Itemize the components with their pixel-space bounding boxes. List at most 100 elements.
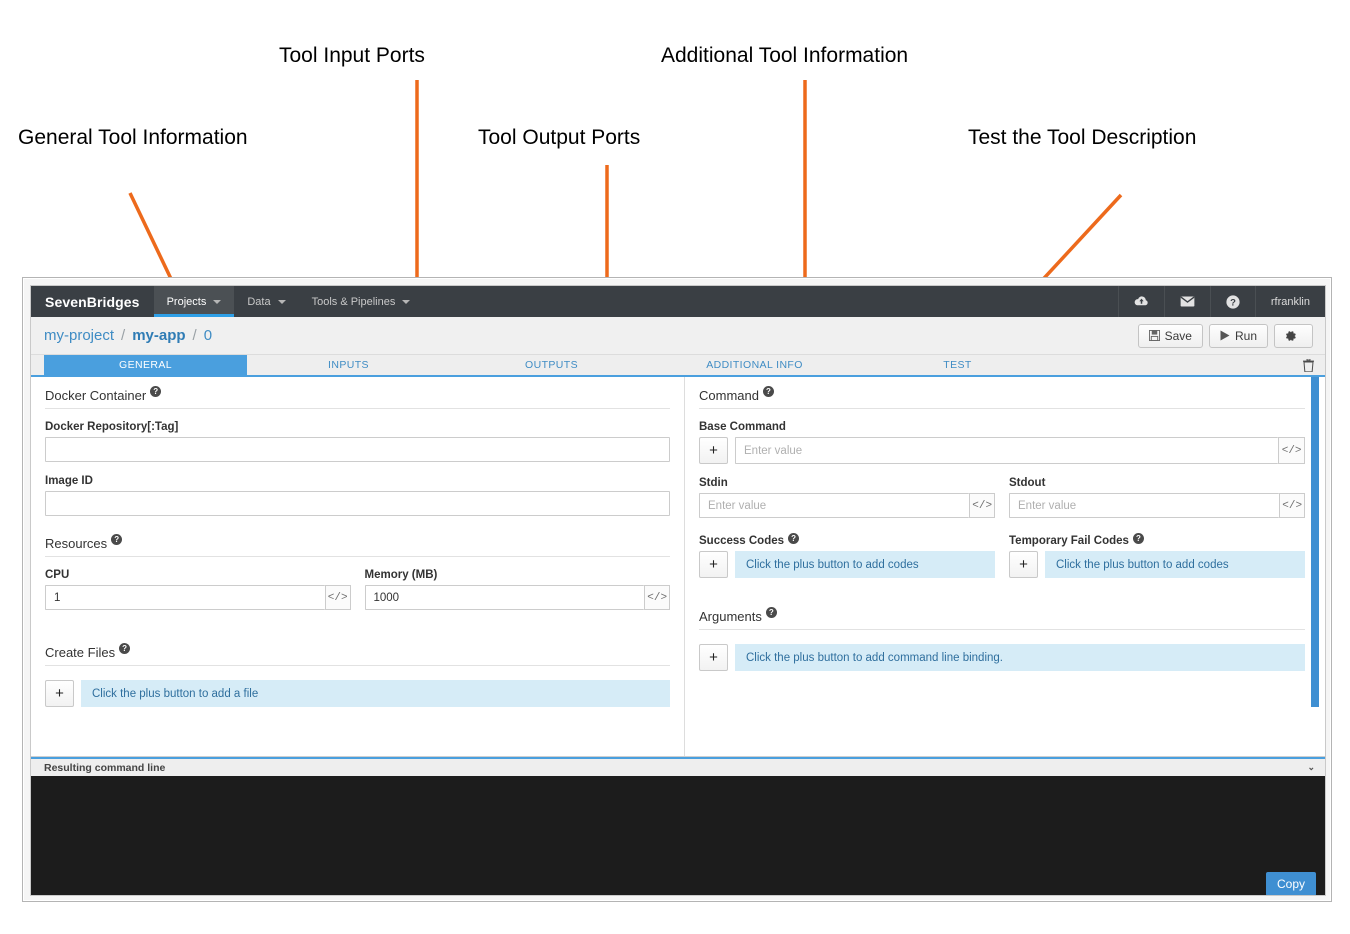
command-section-title: Command ?: [699, 386, 1305, 409]
tab-bar: GENERAL INPUTS OUTPUTS ADDITIONAL INFO T…: [31, 355, 1325, 377]
breadcrumb-app[interactable]: my-app: [132, 327, 185, 344]
nav-user-menu[interactable]: rfranklin: [1254, 286, 1325, 317]
nav-help-button[interactable]: ?: [1209, 286, 1255, 317]
stdin-field: Stdin </>: [699, 477, 995, 518]
success-codes-label-text: Success Codes: [699, 535, 785, 547]
image-id-input[interactable]: [45, 491, 670, 516]
stdin-label: Stdin: [699, 477, 728, 489]
cpu-label: CPU: [45, 569, 70, 581]
base-command-input[interactable]: [735, 437, 1279, 464]
settings-button[interactable]: [1274, 323, 1313, 348]
tab-test[interactable]: TEST: [856, 355, 1059, 375]
breadcrumb-separator: /: [192, 327, 197, 344]
general-right-column: Command ? Base Command + </> S: [685, 377, 1319, 756]
save-button[interactable]: Save: [1137, 323, 1203, 348]
tab-additional-info[interactable]: ADDITIONAL INFO: [653, 355, 856, 375]
codes-row: Success Codes ? + Click the plus button …: [699, 533, 1305, 591]
svg-text:?: ?: [1230, 297, 1236, 308]
docker-repository-input[interactable]: [45, 437, 670, 462]
temporary-fail-codes-field: Temporary Fail Codes ? + Click the plus …: [1009, 533, 1305, 578]
nav-cloud-upload-button[interactable]: [1117, 286, 1164, 317]
add-base-command-button[interactable]: +: [699, 437, 728, 464]
stdout-field: Stdout </>: [1009, 477, 1305, 518]
docker-repository-label: Docker Repository[:Tag]: [45, 421, 179, 433]
breadcrumb-revision[interactable]: 0: [204, 327, 212, 344]
cpu-field: CPU </>: [45, 569, 351, 610]
annotation-general-tool-information: General Tool Information: [18, 126, 248, 149]
general-left-column: Docker Container ? Docker Repository[:Ta…: [31, 377, 685, 756]
tab-inputs[interactable]: INPUTS: [247, 355, 450, 375]
cpu-input-group: </>: [45, 585, 351, 610]
help-icon[interactable]: ?: [150, 386, 162, 397]
envelope-icon: [1180, 296, 1195, 307]
create-files-row: + Click the plus button to add a file: [45, 680, 670, 707]
stdout-input[interactable]: [1009, 493, 1280, 518]
temporary-fail-codes-row: + Click the plus button to add codes: [1009, 551, 1305, 578]
delete-app-button[interactable]: [1292, 355, 1325, 375]
chevron-down-icon[interactable]: ⌄: [1307, 762, 1315, 773]
run-button[interactable]: Run: [1208, 323, 1268, 348]
stdout-expression-icon[interactable]: </>: [1279, 493, 1305, 518]
stdin-input[interactable]: [699, 493, 970, 518]
brand-logo[interactable]: SevenBridges: [31, 286, 154, 317]
docker-container-section-title: Docker Container ?: [45, 386, 670, 409]
breadcrumb-project[interactable]: my-project: [44, 327, 114, 344]
add-file-button[interactable]: +: [45, 680, 74, 707]
stdin-input-group: </>: [699, 493, 995, 518]
gear-icon: [1286, 330, 1296, 341]
base-command-row: + </>: [699, 437, 1305, 464]
cpu-input[interactable]: [45, 585, 325, 610]
cpu-expression-icon[interactable]: </>: [324, 585, 351, 610]
temporary-fail-codes-label-text: Temporary Fail Codes: [1009, 535, 1129, 547]
tab-outputs[interactable]: OUTPUTS: [450, 355, 653, 375]
docker-container-title-text: Docker Container: [45, 388, 147, 403]
docker-repository-field: Docker Repository[:Tag]: [45, 421, 670, 462]
resulting-command-line-header[interactable]: Resulting command line ⌄: [31, 757, 1325, 776]
nav-item-tools-and-pipelines[interactable]: Tools & Pipelines: [299, 286, 424, 317]
memory-input[interactable]: [364, 585, 645, 610]
screenshot-root: General Tool Information Tool Input Port…: [0, 0, 1350, 934]
success-codes-row: + Click the plus button to add codes: [699, 551, 995, 578]
help-icon[interactable]: ?: [765, 607, 777, 618]
nav-item-data[interactable]: Data: [234, 286, 298, 317]
help-icon[interactable]: ?: [111, 534, 123, 545]
help-circle-icon: ?: [1226, 294, 1240, 309]
toolbar-actions: Save Run: [1137, 323, 1313, 348]
nav-item-projects[interactable]: Projects: [153, 286, 235, 317]
resources-section-title: Resources ?: [45, 534, 670, 557]
help-icon[interactable]: ?: [762, 386, 774, 397]
help-icon[interactable]: ?: [119, 643, 131, 654]
annotation-additional-tool-information: Additional Tool Information: [661, 44, 909, 67]
success-codes-hint[interactable]: Click the plus button to add codes: [735, 551, 995, 578]
image-id-field: Image ID: [45, 475, 670, 516]
tab-general[interactable]: GENERAL: [44, 355, 247, 375]
help-icon[interactable]: ?: [788, 533, 800, 544]
stdout-input-group: </>: [1009, 493, 1305, 518]
copy-button[interactable]: Copy: [1265, 872, 1316, 895]
resulting-command-line-title: Resulting command line: [44, 761, 166, 774]
save-button-label: Save: [1164, 328, 1192, 343]
memory-field: Memory (MB) </>: [364, 569, 670, 610]
base-command-expression-icon[interactable]: </>: [1278, 437, 1305, 464]
form-body: Docker Container ? Docker Repository[:Ta…: [31, 377, 1325, 757]
temporary-fail-codes-hint[interactable]: Click the plus button to add codes: [1045, 551, 1305, 578]
nav-messages-button[interactable]: [1163, 286, 1210, 317]
add-success-code-button[interactable]: +: [699, 551, 728, 578]
create-files-hint[interactable]: Click the plus button to add a file: [81, 680, 670, 707]
command-title-text: Command: [699, 388, 759, 403]
add-temporary-fail-code-button[interactable]: +: [1009, 551, 1038, 578]
base-command-label: Base Command: [699, 421, 786, 433]
form-scrollbar-thumb[interactable]: [1311, 377, 1319, 707]
cloud-upload-icon: [1134, 296, 1148, 306]
resources-title-text: Resources: [45, 536, 108, 551]
add-argument-button[interactable]: +: [699, 644, 728, 671]
help-icon[interactable]: ?: [1132, 533, 1144, 544]
resulting-command-line-console: Copy: [31, 776, 1325, 895]
create-files-title-text: Create Files: [45, 645, 116, 660]
form-vertical-scrollbar[interactable]: [1311, 377, 1319, 756]
stdin-expression-icon[interactable]: </>: [969, 493, 995, 518]
arguments-hint[interactable]: Click the plus button to add command lin…: [735, 644, 1305, 671]
run-button-label: Run: [1234, 328, 1257, 343]
nav-item-tools-label: Tools & Pipelines: [311, 295, 396, 308]
memory-expression-icon[interactable]: </>: [644, 585, 670, 610]
